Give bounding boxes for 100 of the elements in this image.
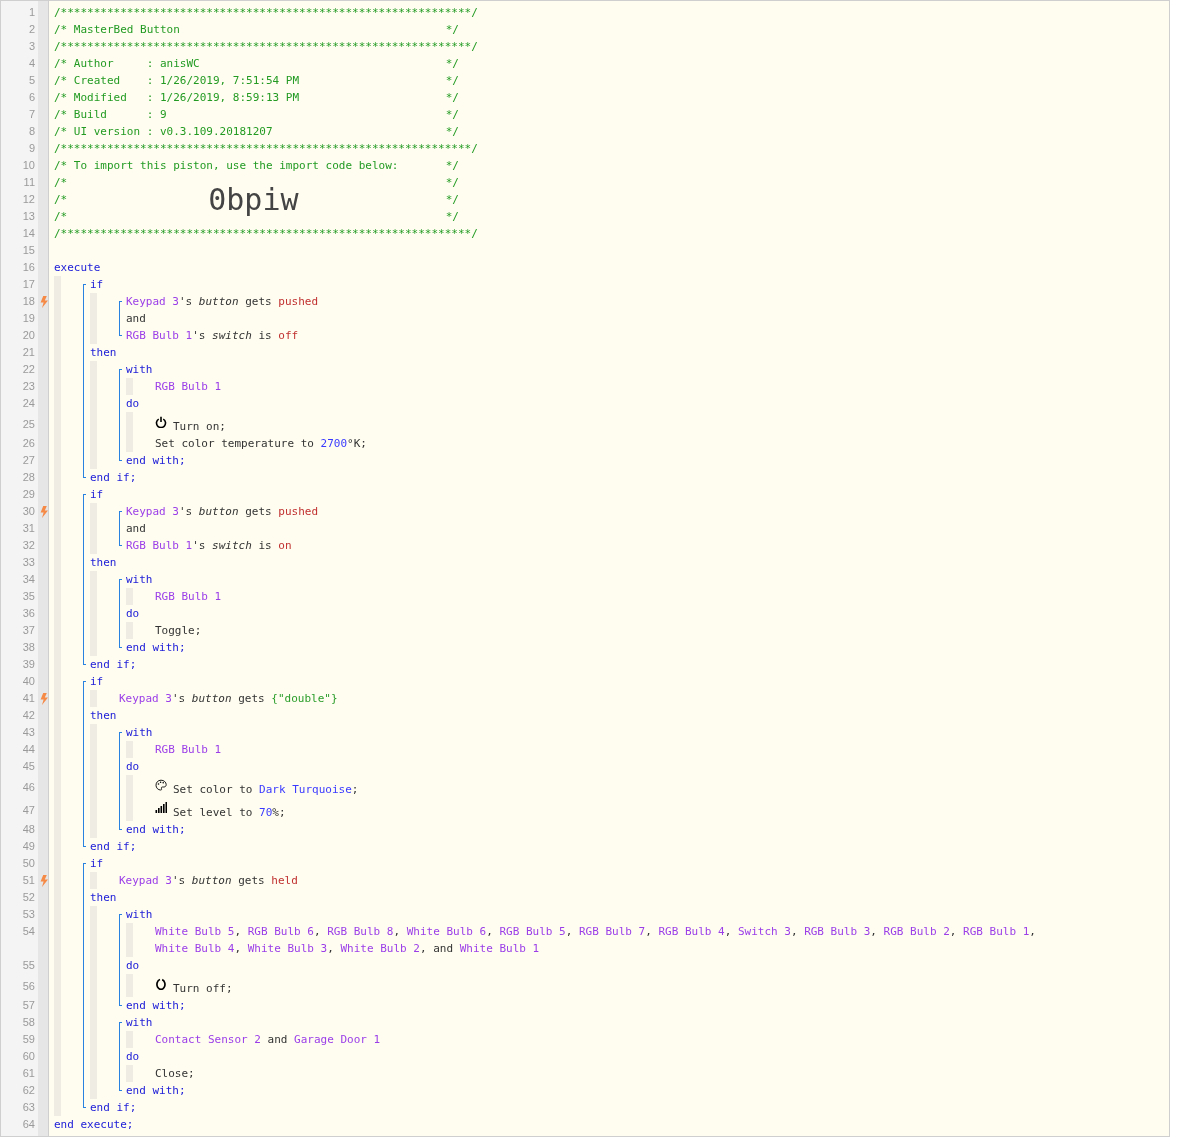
- keyword: end if;: [90, 840, 137, 853]
- code-text: 's: [179, 505, 194, 518]
- code-text: Set color to: [173, 783, 254, 796]
- keyword: end with;: [126, 823, 186, 836]
- line-number: 13: [22, 210, 35, 222]
- line-number: 17: [22, 278, 35, 290]
- code-text: ,: [1029, 925, 1037, 938]
- palette-icon: [155, 779, 167, 791]
- keyword: with: [126, 1016, 153, 1029]
- value-text: 70: [259, 806, 273, 819]
- keyword: do: [126, 607, 140, 620]
- code-text: ,: [949, 925, 958, 938]
- value-text: Dark Turquoise: [259, 783, 352, 796]
- code-text: is: [257, 539, 273, 552]
- line-number: 45: [22, 760, 35, 772]
- comment-text: */: [445, 22, 459, 38]
- keyword: with: [126, 726, 153, 739]
- code-text: Turn on;: [173, 420, 226, 433]
- line-number: 19: [22, 312, 35, 324]
- comment-text: /* Modified : 1/26/2019, 8:59:13 PM: [54, 90, 300, 106]
- property-name: button: [198, 295, 239, 308]
- comment-text: /**************************************************************/: [54, 142, 478, 155]
- comment-text: */: [445, 158, 459, 174]
- line-number: 58: [22, 1016, 35, 1028]
- comment-text: /**************************************************************/: [54, 227, 478, 240]
- device-name: RGB Bulb 2: [883, 925, 950, 938]
- line-number: 44: [22, 743, 35, 755]
- comment-text: /**************************************************************/: [54, 6, 478, 19]
- comment-text: /* Build : 9: [54, 107, 167, 123]
- line-number: 60: [22, 1050, 35, 1062]
- signal-bars-icon: [155, 802, 167, 814]
- line-number: 5: [28, 74, 35, 86]
- keyword: do: [126, 760, 140, 773]
- line-number: 11: [23, 176, 35, 188]
- property-name: button: [191, 874, 232, 887]
- value-text: held: [271, 874, 298, 887]
- line-number: 14: [22, 227, 35, 239]
- line-number: 9: [28, 142, 35, 154]
- keyword: then: [90, 556, 117, 569]
- code-text: ,: [565, 925, 574, 938]
- code-text: 's: [192, 329, 207, 342]
- code-text: gets: [244, 505, 273, 518]
- line-number: 8: [28, 125, 35, 137]
- comment-text: /* UI version : v0.3.109.20181207: [54, 124, 273, 140]
- device-name: Keypad 3: [119, 692, 172, 705]
- comment-text: /* To import this piston, use the import code below:: [54, 158, 399, 174]
- code-text: Set color temperature to: [155, 437, 315, 450]
- keyword: with: [126, 573, 153, 586]
- block-bracket: [119, 579, 122, 648]
- device-name: White Bulb 5: [155, 925, 235, 938]
- keyword: end with;: [126, 999, 186, 1012]
- device-name: RGB Bulb 1: [155, 590, 222, 603]
- device-name: Contact Sensor 2: [155, 1033, 261, 1046]
- code-text: and: [266, 1033, 289, 1046]
- device-name: RGB Bulb 1: [126, 329, 193, 342]
- code-text: Toggle;: [155, 624, 202, 637]
- line-number: 30: [22, 505, 35, 517]
- property-name: button: [198, 505, 239, 518]
- line-number: 31: [22, 522, 35, 534]
- line-number: 48: [22, 823, 35, 835]
- line-number: 56: [22, 980, 35, 992]
- device-name: RGB Bulb 5: [499, 925, 566, 938]
- code-text: ,: [724, 925, 733, 938]
- line-number: 16: [22, 261, 35, 273]
- line-number: 38: [22, 641, 35, 653]
- line-number: 33: [22, 556, 35, 568]
- code-text: is: [257, 329, 273, 342]
- device-name: Keypad 3: [126, 505, 179, 518]
- line-number: 39: [22, 658, 35, 670]
- device-name: RGB Bulb 1: [155, 743, 222, 756]
- code-text: ,: [645, 925, 653, 938]
- code-text: °K;: [347, 437, 367, 450]
- line-number: 62: [22, 1084, 35, 1096]
- comment-text: /* Created : 1/26/2019, 7:51:54 PM: [54, 73, 300, 89]
- ring-icon: [155, 978, 167, 990]
- device-name: Keypad 3: [126, 295, 179, 308]
- line-number: 18: [22, 295, 35, 307]
- line-number: 29: [22, 488, 35, 500]
- comment-text: */: [445, 107, 459, 123]
- code-text: ;: [351, 783, 359, 796]
- code-text: 's: [172, 692, 187, 705]
- line-number: 40: [22, 675, 35, 687]
- keyword: then: [90, 709, 117, 722]
- code-text: ,: [393, 925, 402, 938]
- keyword: end execute;: [54, 1118, 134, 1131]
- keyword: if: [90, 675, 104, 688]
- line-number: 57: [22, 999, 35, 1011]
- comment-text: */: [445, 124, 459, 140]
- keyword: with: [126, 363, 153, 376]
- device-name: Switch 3: [737, 925, 791, 938]
- device-name: White Bulb 3: [247, 942, 328, 955]
- code-text: gets: [237, 874, 266, 887]
- device-name: Garage Door 1: [294, 1033, 381, 1046]
- device-name: RGB Bulb 1: [126, 539, 193, 552]
- comment-text: /* Author : anisWC: [54, 56, 200, 72]
- device-name: White Bulb 6: [406, 925, 487, 938]
- code-text: , and: [419, 942, 455, 955]
- line-number: 24: [22, 397, 35, 409]
- device-name: RGB Bulb 1: [155, 380, 222, 393]
- keyword: execute: [54, 261, 101, 274]
